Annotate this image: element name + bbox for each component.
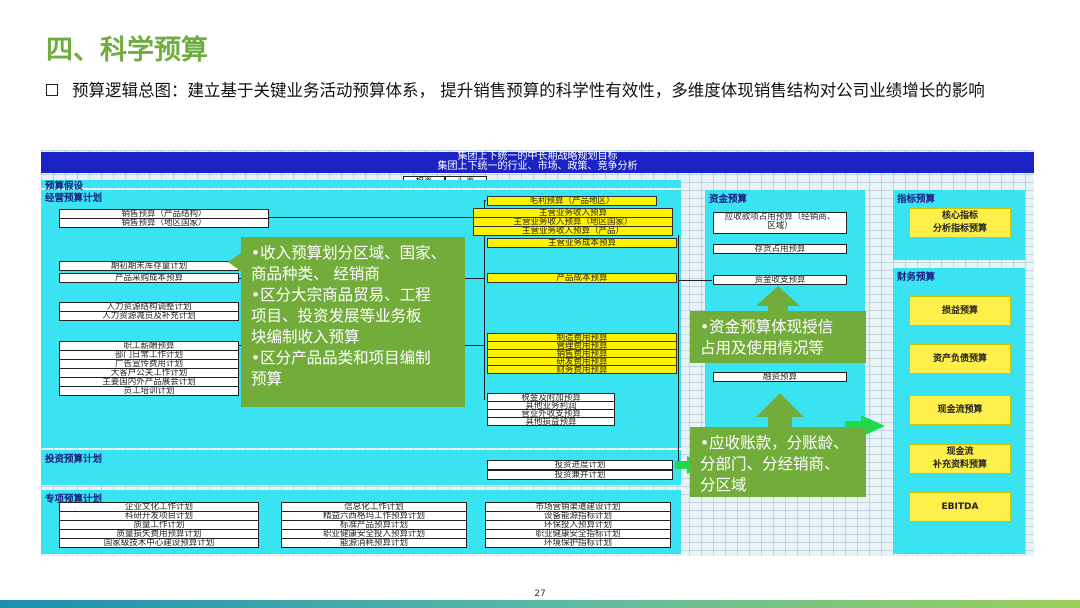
financial-budget-2: 现金流预算 (909, 395, 1011, 425)
connector-line (678, 280, 712, 281)
staff-budget-5: 员工培训计划 (59, 386, 239, 396)
footer-bar (0, 600, 1080, 608)
financial-budget-3: 现金流 补充资料预算 (909, 444, 1011, 474)
special-col2-4: 能源消耗预算计划 (281, 538, 467, 548)
other-budget-3: 其他损益预算 (487, 417, 615, 426)
financing-budget: 融资预算 (713, 372, 847, 382)
special-col1-4: 国家级技术中心建设预算计划 (59, 538, 259, 548)
inventory-occupation-budget: 存货占用预算 (713, 244, 847, 254)
assumptions-band (41, 180, 681, 188)
core-indicator-budget: 核心指标 分析指标预算 (909, 208, 1011, 238)
bullet-square-icon (46, 84, 58, 96)
revenue-budget-2: 主营业务收入预算（产品） (473, 226, 673, 236)
sales-budget-region: 销售预算（地区国家） (59, 218, 269, 228)
indicator-label: 指标预算 (897, 194, 936, 205)
revenue-callout: •收入预算划分区域、国家、 商品种类、 经销商 •区分大宗商品贸易、工程 项目、… (241, 237, 465, 407)
connector-line (269, 217, 485, 218)
callout-pointer (228, 252, 242, 272)
connector-line (678, 235, 679, 465)
bullet-text: 预算逻辑总图：建立基于关键业务活动预算体系， 提升销售预算的科学性有效性，多维度… (72, 81, 985, 100)
up-arrow-icon (756, 286, 800, 306)
connector-line (484, 200, 486, 201)
page-number: 27 (534, 589, 546, 599)
budget-diagram: 集团上下统一的中长期战略规划目标 集团上下统一的行业、市场、政策、竞争分析 税率… (41, 150, 1034, 556)
inventory-plan: 期初期末库存量计划 (59, 261, 239, 271)
header-analysis: 集团上下统一的行业、市场、政策、竞争分析 (41, 162, 1034, 173)
product-cost-budget: 产品成本预算 (487, 273, 677, 283)
hr-reduction-plan: 人力资源减员及补充计划 (59, 311, 239, 321)
cashflow-budget: 资金收支预算 (713, 275, 847, 285)
bullet-block: 预算逻辑总图：建立基于关键业务活动预算体系， 提升销售预算的科学性有效性，多维度… (46, 80, 1036, 102)
invest-schedule: 投资进度计划 (487, 460, 673, 470)
financial-budget-4: EBITDA (909, 492, 1011, 522)
gross-profit-budget: 毛利预算（产品地区） (487, 196, 657, 206)
page-title: 四、科学预算 (46, 35, 208, 66)
financial-budget-1: 资产负债预算 (909, 344, 1011, 374)
revenue-callout-text: •收入预算划分区域、国家、 商品种类、 经销商 •区分大宗商品贸易、工程 项目、… (251, 244, 447, 388)
purchase-cost-budget: 产品采购成本预算 (59, 273, 239, 283)
financial-budget-0: 损益预算 (909, 296, 1011, 326)
receivable-callout: •应收账款，分账龄、 分部门、分经销商、 分区域 (690, 427, 866, 497)
capital-label: 资金预算 (709, 194, 748, 205)
financial-label: 财务预算 (897, 272, 936, 283)
capital-callout-text: •资金预算体现授信 占用及使用情况等 (700, 318, 834, 357)
invest-merger: 投资兼并计划 (487, 470, 673, 480)
operating-label: 经营预算计划 (45, 193, 103, 204)
capital-callout: •资金预算体现授信 占用及使用情况等 (690, 311, 866, 363)
up-arrow-icon (756, 393, 804, 417)
special-col3-4: 环境保护指标计划 (485, 538, 671, 548)
receivable-callout-text: •应收账款，分账龄、 分部门、分经销商、 分区域 (700, 434, 849, 494)
cost-budget: 主营业务成本预算 (487, 238, 677, 248)
receivable-budget: 应收款项占用预算（经销商、区域） (713, 212, 847, 234)
investment-label: 投资预算计划 (45, 454, 103, 465)
expense-budget-4: 财务费用预算 (487, 365, 677, 374)
right-arrow-stem (675, 461, 689, 469)
